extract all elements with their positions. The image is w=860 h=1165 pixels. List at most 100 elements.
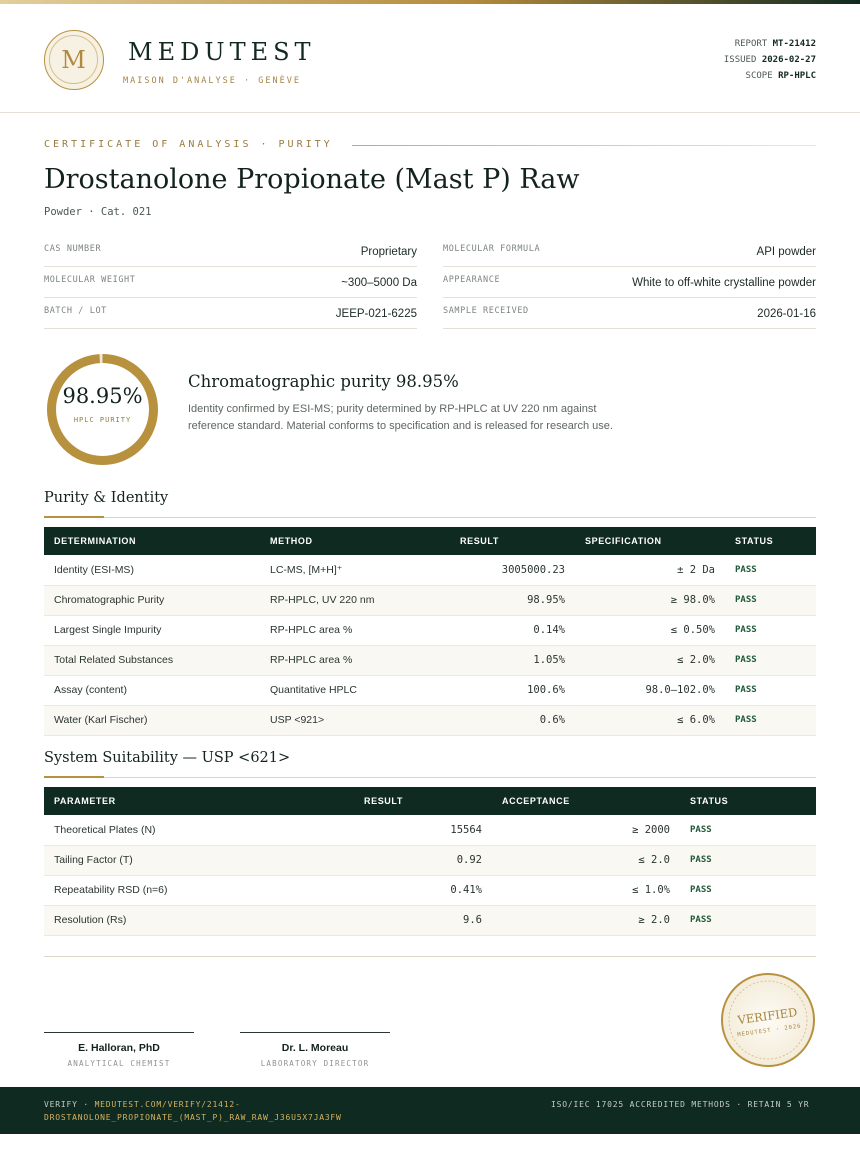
method-cell: RP-HPLC area % bbox=[260, 645, 450, 676]
section-title-system-suitability: System Suitability — USP <621> bbox=[44, 750, 291, 766]
brand-name: MEDUTEST bbox=[128, 38, 316, 66]
result-cell: 15564 bbox=[354, 815, 492, 846]
table-row: Largest Single Impurity RP-HPLC area % 0… bbox=[44, 615, 816, 646]
method-cell: LC-MS, [M+H]⁺ bbox=[260, 555, 450, 586]
scope-line: SCOPE RP-HPLC bbox=[745, 71, 816, 81]
col-header: DETERMINATION bbox=[54, 536, 137, 546]
determination-cell: Identity (ESI-MS) bbox=[44, 555, 260, 586]
status-badge: PASS bbox=[680, 875, 816, 906]
method-cell: RP-HPLC area % bbox=[260, 615, 450, 646]
result-cell: 0.14% bbox=[450, 615, 575, 646]
purity-identity-table: DETERMINATION METHOD RESULT SPECIFICATIO… bbox=[44, 527, 816, 736]
table-row: Chromatographic Purity RP-HPLC, UV 220 n… bbox=[44, 585, 816, 616]
purity-heading: Chromatographic purity 98.95% bbox=[188, 372, 459, 391]
table-row: Repeatability RSD (n=6) 0.41% ≤ 1.0% PAS… bbox=[44, 875, 816, 906]
col-header: SPECIFICATION bbox=[585, 536, 662, 546]
spec-cell: ≤ 2.0% bbox=[575, 645, 725, 676]
table-header-row: DETERMINATION METHOD RESULT SPECIFICATIO… bbox=[44, 527, 816, 555]
result-cell: 0.41% bbox=[354, 875, 492, 906]
section-accent bbox=[44, 776, 104, 778]
brand-logo: M bbox=[44, 30, 104, 90]
spec-cell: 98.0–102.0% bbox=[575, 675, 725, 706]
spec-molecular-formula: MOLECULAR FORMULA API powder bbox=[443, 236, 816, 267]
spec-sample-received: SAMPLE RECEIVED 2026-01-16 bbox=[443, 298, 816, 329]
table-row: Total Related Substances RP-HPLC area % … bbox=[44, 645, 816, 676]
section-title-purity-identity: Purity & Identity bbox=[44, 490, 169, 506]
status-badge: PASS bbox=[725, 585, 816, 616]
acceptance-cell: ≤ 1.0% bbox=[492, 875, 680, 906]
determination-cell: Chromatographic Purity bbox=[44, 585, 260, 616]
status-badge: PASS bbox=[680, 815, 816, 846]
verified-stamp: VERIFIED MEDUTEST · 2026 bbox=[721, 973, 815, 1067]
method-cell: USP <921> bbox=[260, 705, 450, 736]
report-meta: REPORT MT-21412 ISSUED 2026-02-27 SCOPE … bbox=[724, 36, 816, 84]
result-cell: 1.05% bbox=[450, 645, 575, 676]
signatory-name: Dr. L. Moreau bbox=[281, 1042, 349, 1054]
parameter-cell: Theoretical Plates (N) bbox=[44, 815, 354, 846]
section-rule bbox=[44, 777, 816, 778]
report-id: MT-21412 bbox=[772, 39, 816, 49]
acceptance-cell: ≥ 2.0 bbox=[492, 905, 680, 936]
signatory-role: ANALYTICAL CHEMIST bbox=[67, 1059, 171, 1068]
purity-ring-fill bbox=[47, 354, 158, 465]
report-header: M MEDUTEST MAISON D'ANALYSE · GENÈVE REP… bbox=[0, 4, 860, 113]
table-row: Water (Karl Fischer) USP <921> 0.6% ≤ 6.… bbox=[44, 705, 816, 736]
scope-value: RP-HPLC bbox=[778, 71, 816, 81]
spec-cell: ≥ 98.0% bbox=[575, 585, 725, 616]
col-header: METHOD bbox=[270, 536, 313, 546]
col-header: STATUS bbox=[690, 796, 729, 806]
brand-tagline: MAISON D'ANALYSE · GENÈVE bbox=[123, 76, 301, 86]
status-badge: PASS bbox=[725, 555, 816, 586]
parameter-cell: Resolution (Rs) bbox=[44, 905, 354, 936]
table-row: Assay (content) Quantitative HPLC 100.6%… bbox=[44, 675, 816, 706]
product-title: Drostanolone Propionate (Mast P) Raw bbox=[44, 164, 580, 195]
result-cell: 100.6% bbox=[450, 675, 575, 706]
signature-divider bbox=[44, 956, 816, 957]
section-accent bbox=[44, 516, 104, 518]
spec-cell: ≤ 0.50% bbox=[575, 615, 725, 646]
result-cell: 98.95% bbox=[450, 585, 575, 616]
status-badge: PASS bbox=[725, 645, 816, 676]
table-row: Tailing Factor (T) 0.92 ≤ 2.0 PASS bbox=[44, 845, 816, 876]
col-header: RESULT bbox=[460, 536, 499, 546]
report-id-line: REPORT MT-21412 bbox=[734, 39, 816, 49]
system-suitability-table: PARAMETER RESULT ACCEPTANCE STATUS Theor… bbox=[44, 787, 816, 936]
col-header: ACCEPTANCE bbox=[502, 796, 570, 806]
signatory-role: LABORATORY DIRECTOR bbox=[260, 1059, 370, 1068]
acceptance-cell: ≤ 2.0 bbox=[492, 845, 680, 876]
purity-ring-label: HPLC PURITY bbox=[73, 416, 132, 424]
method-cell: Quantitative HPLC bbox=[260, 675, 450, 706]
purity-description: Identity confirmed by ESI-MS; purity det… bbox=[188, 403, 613, 432]
status-badge: PASS bbox=[725, 705, 816, 736]
spec-cell: ± 2 Da bbox=[575, 555, 725, 586]
section-rule bbox=[44, 517, 816, 518]
spec-cas-number: CAS NUMBER Proprietary bbox=[44, 236, 417, 267]
signature-analytical-chemist: E. Halloran, PhD ANALYTICAL CHEMIST bbox=[44, 1032, 194, 1068]
determination-cell: Assay (content) bbox=[44, 675, 260, 706]
product-subtitle: Powder · Cat. 021 bbox=[44, 206, 152, 218]
spec-batch-lot: BATCH / LOT JEEP-021-6225 bbox=[44, 298, 417, 329]
method-cell: RP-HPLC, UV 220 nm bbox=[260, 585, 450, 616]
signatory-name: E. Halloran, PhD bbox=[78, 1042, 160, 1054]
table-row: Theoretical Plates (N) 15564 ≥ 2000 PASS bbox=[44, 815, 816, 846]
status-badge: PASS bbox=[725, 675, 816, 706]
result-cell: 3005000.23 bbox=[450, 555, 575, 586]
status-badge: PASS bbox=[680, 845, 816, 876]
eyebrow-divider bbox=[352, 145, 816, 146]
signature-laboratory-director: Dr. L. Moreau LABORATORY DIRECTOR bbox=[240, 1032, 390, 1068]
determination-cell: Largest Single Impurity bbox=[44, 615, 260, 646]
result-cell: 0.92 bbox=[354, 845, 492, 876]
purity-ring bbox=[47, 354, 158, 465]
status-badge: PASS bbox=[680, 905, 816, 936]
col-header: STATUS bbox=[735, 536, 774, 546]
parameter-cell: Tailing Factor (T) bbox=[44, 845, 354, 876]
issued-date: 2026-02-27 bbox=[761, 55, 816, 65]
spec-molecular-weight: MOLECULAR WEIGHT ~300–5000 Da bbox=[44, 267, 417, 298]
table-row: Identity (ESI-MS) LC-MS, [M+H]⁺ 3005000.… bbox=[44, 555, 816, 586]
verify-line: VERIFY · MEDUTEST.COM/VERIFY/21412-DROST… bbox=[44, 1100, 342, 1122]
accreditation-note: ISO/IEC 17025 ACCREDITED METHODS · RETAI… bbox=[551, 1100, 810, 1109]
spec-cell: ≤ 6.0% bbox=[575, 705, 725, 736]
report-footer: VERIFY · MEDUTEST.COM/VERIFY/21412-DROST… bbox=[0, 1087, 860, 1134]
acceptance-cell: ≥ 2000 bbox=[492, 815, 680, 846]
status-badge: PASS bbox=[725, 615, 816, 646]
